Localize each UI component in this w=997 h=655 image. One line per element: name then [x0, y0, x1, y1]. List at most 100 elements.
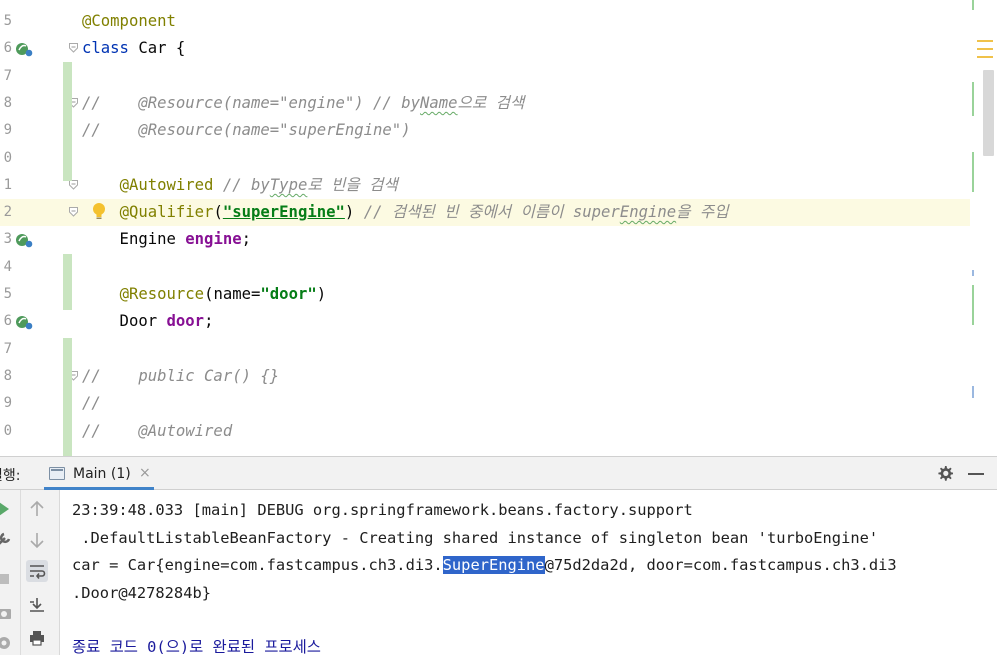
code-editor[interactable]: 5 @Component 6 class Car {7 8 // @Resource(na…: [0, 0, 997, 456]
code-line[interactable]: 1 @Autowired // byType로 빈을 검색: [0, 172, 970, 199]
code-token: Name: [419, 93, 458, 112]
code-token: // @Resource(name="engine") // by: [82, 93, 420, 112]
line-number: 9: [3, 122, 12, 139]
stripe-mark[interactable]: [972, 82, 974, 116]
code-token: @Autowired: [119, 175, 214, 194]
bean-autowire-icon[interactable]: [14, 231, 34, 249]
line-number: 7: [3, 67, 12, 84]
console-panel[interactable]: 23:39:48.033 [main] DEBUG org.springfram…: [0, 490, 997, 655]
warning-mark[interactable]: [977, 40, 993, 42]
stripe-mark[interactable]: [972, 270, 974, 276]
settings-icon[interactable]: [0, 632, 15, 654]
code-token: 으로 검색: [457, 93, 525, 112]
code-line[interactable]: 8 // public Car() {}: [0, 363, 970, 390]
editor-scrollbar[interactable]: [983, 70, 994, 156]
code-token: engine: [185, 230, 242, 249]
class-bean-icon[interactable]: [14, 40, 34, 58]
console-text-segment: .Door@4278284b}: [72, 584, 211, 602]
code-token: ;: [204, 312, 214, 331]
gear-icon[interactable]: [935, 464, 955, 484]
console-toolbar: [0, 490, 60, 655]
line-number: 6: [3, 313, 12, 330]
code-text: @Autowired // byType로 빈을 검색: [82, 172, 398, 199]
code-line[interactable]: 2 @Qualifier("superEngine") // 검색된 빈 중에서…: [0, 199, 970, 227]
code-token: ;: [241, 230, 252, 249]
code-line[interactable]: 3 Engine engine;: [0, 226, 970, 253]
code-line[interactable]: 0 // @Autowired: [0, 418, 970, 445]
console-line: .DefaultListableBeanFactory - Creating s…: [72, 525, 878, 552]
line-number: 4: [3, 258, 12, 275]
code-text: class Car {: [82, 35, 185, 62]
minimize-icon[interactable]: [968, 473, 984, 475]
stop-icon[interactable]: [0, 568, 15, 590]
code-line[interactable]: 9 //: [0, 390, 970, 417]
code-line[interactable]: 5 @Component: [0, 8, 970, 35]
code-line[interactable]: 6 Door door;: [0, 308, 970, 335]
code-line[interactable]: 7: [0, 63, 970, 90]
code-text: @Qualifier("superEngine") // 검색된 빈 중에서 이…: [82, 199, 729, 226]
rerun-icon[interactable]: [0, 498, 15, 520]
stripe-mark[interactable]: [972, 285, 974, 325]
down-arrow-icon[interactable]: [26, 529, 48, 551]
run-tool-window-header: 실행: Main (1) ×: [0, 456, 997, 490]
change-marker[interactable]: [63, 254, 72, 310]
print-icon[interactable]: [26, 627, 48, 649]
bean-autowire-icon[interactable]: [14, 313, 34, 331]
code-line[interactable]: 5 @Resource(name="door"): [0, 281, 970, 308]
code-token: //: [82, 394, 101, 413]
change-marker[interactable]: [63, 62, 72, 181]
fold-icon[interactable]: [69, 207, 78, 217]
line-number: 3: [3, 231, 12, 248]
change-marker[interactable]: [63, 338, 72, 456]
code-token: 을 주입: [676, 203, 729, 222]
code-token: // public Car() {}: [82, 366, 280, 385]
code-token: @Qualifier: [119, 203, 214, 222]
warning-mark[interactable]: [977, 48, 993, 50]
warning-mark[interactable]: [977, 56, 993, 58]
code-text: //: [82, 390, 101, 417]
run-tab-main[interactable]: Main (1) ×: [44, 457, 154, 490]
toolbar-divider: [20, 490, 21, 655]
code-line[interactable]: 6 class Car {: [0, 35, 970, 62]
console-text-segment: 23:39:48.033 [main] DEBUG org.springfram…: [72, 501, 693, 519]
code-text: // @Autowired: [82, 418, 232, 445]
soft-wrap-icon[interactable]: [26, 560, 48, 582]
code-token: Type: [269, 175, 308, 194]
stripe-mark[interactable]: [972, 152, 974, 192]
fold-icon[interactable]: [69, 43, 78, 54]
console-text-segment: 종료 코드 0(으)로 완료된 프로세스: [72, 638, 321, 655]
code-line[interactable]: 0: [0, 145, 970, 172]
camera-icon[interactable]: [0, 602, 15, 624]
code-token: @Resource: [119, 285, 205, 303]
console-text-segment: @75d2da2d, door=com.fastcampus.ch3.di3: [544, 556, 897, 574]
close-icon[interactable]: ×: [139, 465, 151, 481]
line-number: 7: [3, 340, 12, 357]
code-text: @Component: [82, 8, 176, 35]
console-line: 23:39:48.033 [main] DEBUG org.springfram…: [72, 497, 693, 524]
code-line[interactable]: 9 // @Resource(name="superEngine"): [0, 117, 970, 144]
code-line[interactable]: 4: [0, 254, 970, 281]
up-arrow-icon[interactable]: [26, 498, 48, 520]
code-line[interactable]: 7: [0, 336, 970, 363]
code-token: // @Resource(name="superEngine"): [82, 121, 411, 140]
code-token: ): [344, 203, 364, 222]
console-text-segment: car = Car{engine=com.fastcampus.ch3.di3.: [72, 556, 443, 574]
code-token: class: [82, 39, 129, 58]
fold-icon[interactable]: [69, 179, 78, 190]
stripe-mark[interactable]: [972, 386, 974, 398]
code-token: ): [316, 285, 327, 303]
error-stripe[interactable]: [970, 0, 997, 456]
line-number: 1: [3, 176, 12, 193]
wrench-icon[interactable]: [0, 528, 15, 550]
scroll-to-end-icon[interactable]: [26, 594, 48, 616]
code-token: (name=: [204, 285, 261, 303]
line-number: 8: [3, 367, 12, 384]
selected-text: SuperEngine: [442, 556, 545, 574]
stripe-mark[interactable]: [972, 0, 974, 10]
line-number: 0: [3, 149, 12, 166]
code-line[interactable]: 8 // @Resource(name="engine") // byName으로…: [0, 90, 970, 117]
code-text: @Resource(name="door"): [82, 281, 327, 308]
